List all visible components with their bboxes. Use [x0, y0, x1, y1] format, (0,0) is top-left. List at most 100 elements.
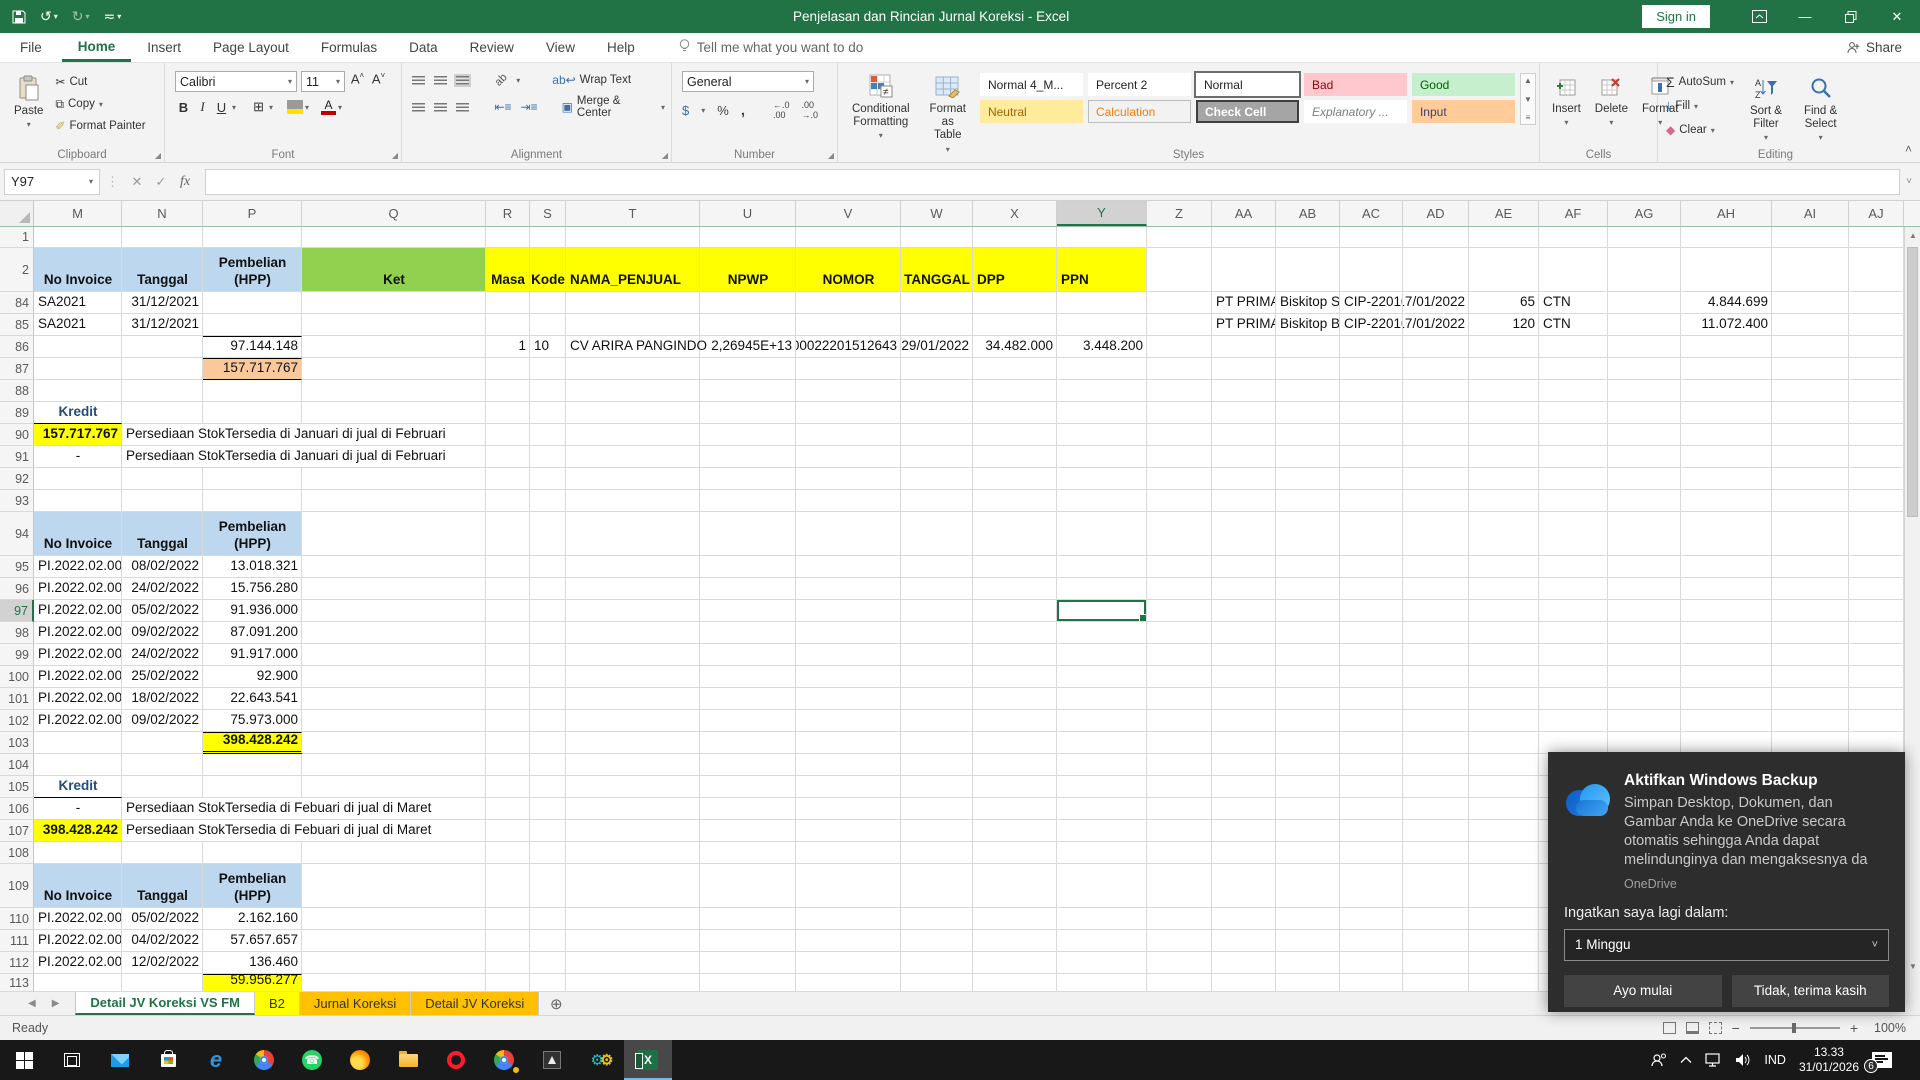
cell-AB84[interactable]: Biskitop Sti — [1276, 292, 1340, 314]
cell-AA101[interactable] — [1212, 688, 1276, 710]
cell-V111[interactable] — [796, 930, 901, 952]
cell-U100[interactable] — [700, 666, 796, 688]
cell-AB106[interactable] — [1276, 798, 1340, 820]
cell-AC98[interactable] — [1340, 622, 1403, 644]
cell-AD106[interactable] — [1403, 798, 1469, 820]
row-header-86[interactable]: 86 — [0, 336, 34, 358]
cell-Z106[interactable] — [1147, 798, 1212, 820]
cell-AA100[interactable] — [1212, 666, 1276, 688]
sheet-tab-3[interactable]: Jurnal Koreksi — [299, 992, 412, 1015]
cell-AB105[interactable] — [1276, 776, 1340, 798]
cell-AJ87[interactable] — [1849, 358, 1904, 380]
row-header-111[interactable]: 111 — [0, 930, 34, 952]
cell-T111[interactable] — [566, 930, 700, 952]
cell-AH91[interactable] — [1681, 446, 1772, 468]
cell-U86[interactable]: 2,26945E+13 — [700, 336, 796, 358]
cell-AD108[interactable] — [1403, 842, 1469, 864]
sheet-tab-4[interactable]: Detail JV Koreksi — [411, 992, 540, 1015]
sheet-tab-2[interactable]: B2 — [254, 992, 300, 1015]
cell-Y108[interactable] — [1057, 842, 1147, 864]
cell-Z101[interactable] — [1147, 688, 1212, 710]
cell-W102[interactable] — [901, 710, 973, 732]
column-header-AI[interactable]: AI — [1772, 201, 1849, 226]
cell-W95[interactable] — [901, 556, 973, 578]
cell-U88[interactable] — [700, 380, 796, 402]
cell-U105[interactable] — [700, 776, 796, 798]
cell-P86[interactable]: 97.144.148 — [203, 336, 302, 358]
cell-AE100[interactable] — [1469, 666, 1539, 688]
cell-S101[interactable] — [530, 688, 566, 710]
cell-R105[interactable] — [486, 776, 530, 798]
cell-Q103[interactable] — [302, 732, 486, 754]
shrink-font-icon[interactable]: A˅ — [370, 71, 387, 92]
cell-W107[interactable] — [901, 820, 973, 842]
cell-AF92[interactable] — [1539, 468, 1608, 490]
cell-AJ85[interactable] — [1849, 314, 1904, 336]
column-header-Y[interactable]: Y — [1057, 201, 1147, 226]
cell-AG91[interactable] — [1608, 446, 1681, 468]
cell-N87[interactable] — [122, 358, 203, 380]
cell-W104[interactable] — [901, 754, 973, 776]
cell-R91[interactable] — [486, 446, 530, 468]
cell-AA92[interactable] — [1212, 468, 1276, 490]
cell-T107[interactable] — [566, 820, 700, 842]
cell-AJ92[interactable] — [1849, 468, 1904, 490]
sort-filter-button[interactable]: AZ Sort & Filter ▾ — [1744, 69, 1788, 147]
cell-AI84[interactable] — [1772, 292, 1849, 314]
name-box[interactable]: Y97 ▾ — [4, 168, 100, 195]
cell-R99[interactable] — [486, 644, 530, 666]
cell-N95[interactable]: 08/02/2022 — [122, 556, 203, 578]
cell-R84[interactable] — [486, 292, 530, 314]
row-header-94[interactable]: 94 — [0, 512, 34, 556]
cell-AA2[interactable] — [1212, 248, 1276, 292]
cell-AD107[interactable] — [1403, 820, 1469, 842]
cell-M95[interactable]: PI.2022.02.00007 — [34, 556, 122, 578]
cell-AD85[interactable]: 17/01/2022 — [1403, 314, 1469, 336]
cell-AH86[interactable] — [1681, 336, 1772, 358]
cell-AC105[interactable] — [1340, 776, 1403, 798]
cell-AE1[interactable] — [1469, 227, 1539, 248]
cell-M106[interactable]: - — [34, 798, 122, 820]
number-dialog-launcher[interactable]: ◢ — [828, 151, 834, 160]
cell-AI100[interactable] — [1772, 666, 1849, 688]
cell-AE102[interactable] — [1469, 710, 1539, 732]
cell-P101[interactable]: 22.643.541 — [203, 688, 302, 710]
cell-Y101[interactable] — [1057, 688, 1147, 710]
cell-N104[interactable] — [122, 754, 203, 776]
cell-AH94[interactable] — [1681, 512, 1772, 556]
sheet-nav-right-icon[interactable]: ▶ — [52, 998, 60, 1009]
cell-AB108[interactable] — [1276, 842, 1340, 864]
cell-P88[interactable] — [203, 380, 302, 402]
cell-AF90[interactable] — [1539, 424, 1608, 446]
cell-V97[interactable] — [796, 600, 901, 622]
zoom-slider-thumb[interactable] — [1791, 1023, 1796, 1033]
cell-N113[interactable] — [122, 974, 203, 992]
cell-P109[interactable]: Pembelian (HPP) — [203, 864, 302, 908]
cell-N97[interactable]: 05/02/2022 — [122, 600, 203, 622]
cell-U102[interactable] — [700, 710, 796, 732]
column-header-M[interactable]: M — [34, 201, 122, 226]
cell-Q97[interactable] — [302, 600, 486, 622]
align-right-icon[interactable] — [455, 102, 469, 112]
cell-Y86[interactable]: 3.448.200 — [1057, 336, 1147, 358]
whatsapp-app[interactable]: ☎ — [288, 1040, 336, 1080]
column-header-N[interactable]: N — [122, 201, 203, 226]
cell-P89[interactable] — [203, 402, 302, 424]
cell-T110[interactable] — [566, 908, 700, 930]
formula-input[interactable] — [205, 168, 1901, 195]
cell-P111[interactable]: 57.657.657 — [203, 930, 302, 952]
cell-R108[interactable] — [486, 842, 530, 864]
file-explorer-app[interactable] — [384, 1040, 432, 1080]
row-header-110[interactable]: 110 — [0, 908, 34, 930]
cell-AD104[interactable] — [1403, 754, 1469, 776]
cell-S107[interactable] — [530, 820, 566, 842]
cell-Y107[interactable] — [1057, 820, 1147, 842]
cell-AI94[interactable] — [1772, 512, 1849, 556]
cell-M107[interactable]: 398.428.242 — [34, 820, 122, 842]
cell-Z98[interactable] — [1147, 622, 1212, 644]
cell-Z88[interactable] — [1147, 380, 1212, 402]
underline-button[interactable]: U — [213, 100, 230, 115]
cell-M102[interactable]: PI.2022.02.00010 — [34, 710, 122, 732]
cell-AF95[interactable] — [1539, 556, 1608, 578]
cell-V85[interactable] — [796, 314, 901, 336]
